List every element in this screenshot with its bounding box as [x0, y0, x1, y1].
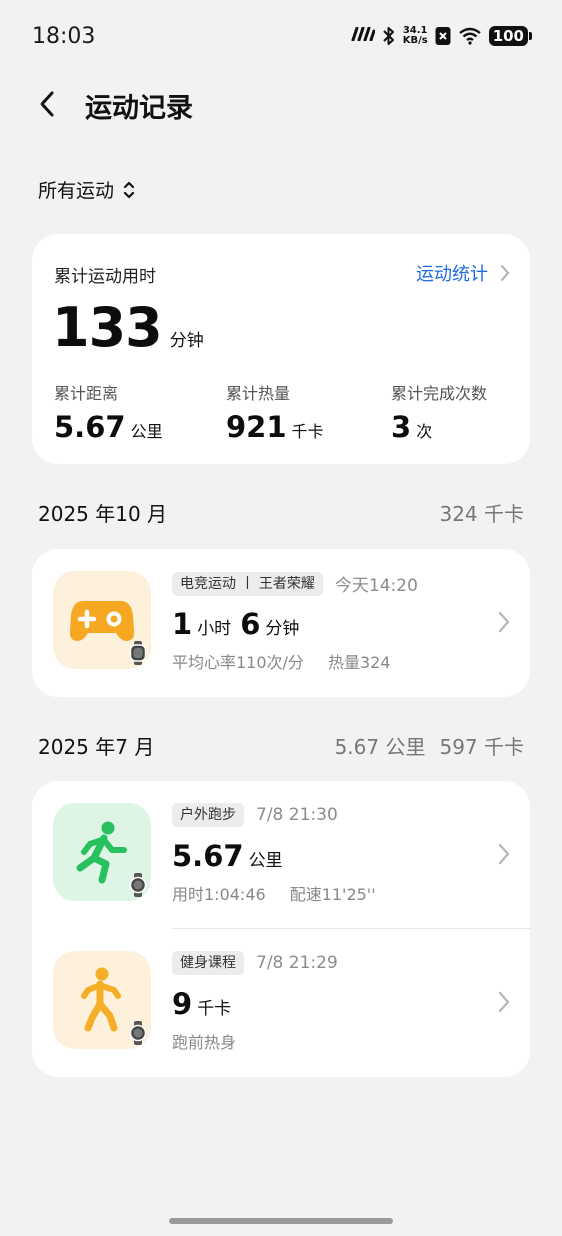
filter-label: 所有运动: [38, 180, 115, 202]
back-button[interactable]: [30, 84, 64, 124]
activity-item[interactable]: 电竞运动 丨 王者荣耀 今天14:20 1 小时 6 分钟 平均心率110次/分…: [32, 549, 530, 697]
month-total: 5.67 公里: [334, 735, 426, 759]
home-indicator[interactable]: [169, 1218, 393, 1224]
summary-card: 累计运动用时 运动统计 133 分钟 累计距离 5.67 公里 累计热量 921…: [32, 234, 530, 464]
metric-label: 累计热量: [226, 384, 291, 403]
activity-sub: 平均心率110次/分: [172, 653, 304, 672]
total-value: 133: [52, 296, 163, 359]
chevron-right-icon: [498, 843, 510, 865]
activity-tag: 电竞运动 丨 王者荣耀: [172, 571, 323, 596]
month-label: 2025 年7 月: [38, 735, 155, 759]
chevron-right-icon: [501, 265, 510, 281]
activity-sub: 用时1:04:46: [172, 885, 266, 904]
activity-time: 7/8 21:29: [256, 953, 338, 973]
activity-time: 今天14:20: [334, 576, 418, 596]
month-total: 324 千卡: [439, 502, 524, 526]
watch-icon: [129, 641, 147, 665]
metric-label: 累计距离: [54, 384, 119, 403]
summary-title: 累计运动用时: [54, 267, 156, 287]
hd-signal-icon: [351, 26, 376, 46]
metric-distance: 累计距离 5.67 公里: [54, 380, 163, 444]
battery-icon: 100: [488, 26, 532, 46]
sport-stats-link[interactable]: 运动统计: [416, 260, 510, 286]
activity-main-unit: 公里: [248, 851, 283, 871]
activity-sub: 配速11'25'': [289, 885, 376, 904]
gamepad-icon: [69, 601, 135, 641]
activity-icon: [53, 803, 151, 901]
sort-updown-icon: [123, 181, 135, 198]
activity-main-value: 5.67: [172, 839, 244, 873]
status-icons: 34.1 KB/s 100: [351, 26, 532, 46]
month-card-2025-07: 户外跑步 7/8 21:30 5.67 公里 用时1:04:46 配速11'25…: [32, 781, 530, 1077]
activity-main-unit: 分钟: [265, 619, 300, 639]
total-unit: 分钟: [169, 331, 204, 351]
wifi-icon: [458, 27, 482, 45]
close-box-icon: [435, 26, 451, 46]
month-total: 597 千卡: [439, 735, 524, 759]
activity-icon: [53, 571, 151, 669]
activity-sub: 跑前热身: [172, 1033, 237, 1052]
activity-sub: 热量324: [327, 653, 391, 672]
page-title: 运动记录: [85, 93, 193, 124]
metric-value: 3: [391, 410, 412, 444]
activity-main-value: 6: [240, 607, 261, 641]
activity-main-unit: 小时: [197, 619, 232, 639]
total-duration: 133 分钟: [52, 296, 204, 359]
metric-label: 累计完成次数: [391, 384, 488, 403]
activity-icon: [53, 951, 151, 1049]
status-bar: 18:03 34.1 KB/s 100: [0, 0, 562, 76]
stats-link-label: 运动统计: [416, 264, 488, 285]
activity-time: 7/8 21:30: [256, 805, 338, 825]
warmup-icon: [81, 967, 121, 1032]
net-speed: 34.1 KB/s: [403, 26, 428, 46]
net-speed-unit: KB/s: [402, 35, 428, 46]
sport-records-page: 18:03 34.1 KB/s 100 运动记录 所有运动 累计运动用时 运动统…: [0, 0, 562, 1236]
month-label: 2025 年10 月: [38, 502, 168, 526]
chevron-left-icon: [40, 91, 54, 117]
activity-tag: 户外跑步: [172, 803, 244, 827]
metric-value: 921: [226, 410, 287, 444]
activity-item[interactable]: 健身课程 7/8 21:29 9 千卡 跑前热身: [32, 929, 530, 1077]
activity-tag: 健身课程: [172, 951, 244, 975]
status-time: 18:03: [32, 24, 96, 49]
watch-icon: [129, 1021, 147, 1045]
activity-main-value: 1: [172, 607, 193, 641]
month-header-2025-07: 2025 年7 月 5.67 公里 597 千卡: [38, 731, 524, 760]
bluetooth-icon: [382, 26, 396, 46]
month-header-2025-10: 2025 年10 月 324 千卡: [38, 498, 524, 527]
metric-count: 累计完成次数 3 次: [391, 380, 487, 444]
metric-calories: 累计热量 921 千卡: [226, 380, 324, 444]
metric-unit: 次: [416, 422, 433, 441]
activity-item[interactable]: 户外跑步 7/8 21:30 5.67 公里 用时1:04:46 配速11'25…: [32, 781, 530, 929]
metric-value: 5.67: [54, 410, 126, 444]
sport-filter-dropdown[interactable]: 所有运动: [38, 176, 136, 203]
battery-level: 100: [488, 26, 528, 46]
metric-unit: 千卡: [291, 422, 324, 441]
chevron-right-icon: [498, 611, 510, 633]
running-icon: [76, 821, 127, 884]
activity-main-unit: 千卡: [197, 999, 232, 1019]
chevron-right-icon: [498, 991, 510, 1013]
activity-main-value: 9: [172, 987, 193, 1021]
metric-unit: 公里: [130, 422, 163, 441]
watch-icon: [129, 873, 147, 897]
month-card-2025-10: 电竞运动 丨 王者荣耀 今天14:20 1 小时 6 分钟 平均心率110次/分…: [32, 549, 530, 697]
